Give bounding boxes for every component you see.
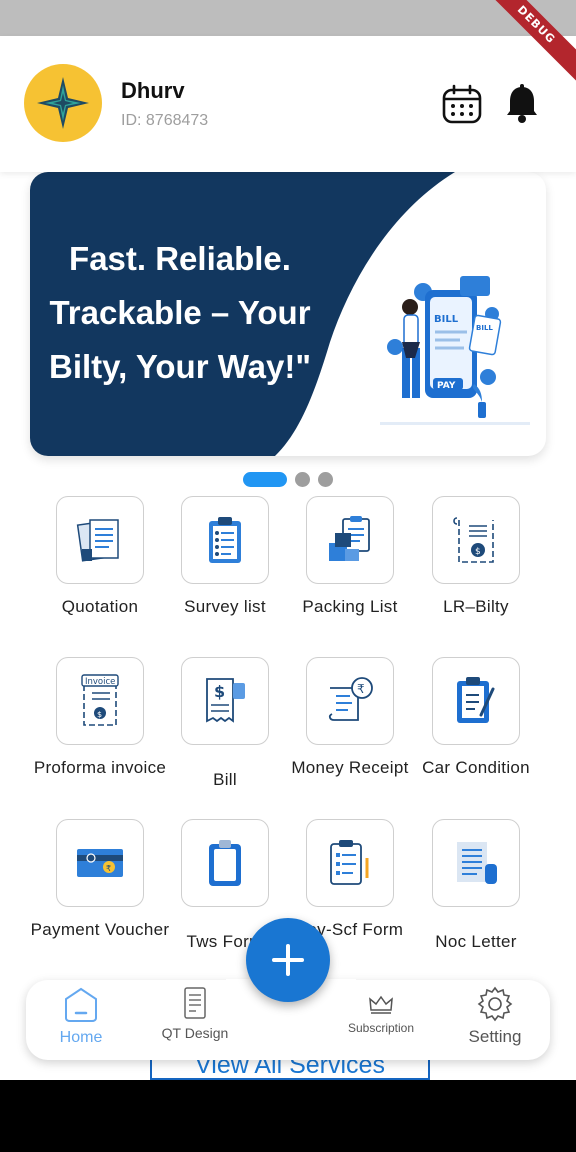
nav-setting[interactable]: Setting (440, 986, 550, 1047)
svg-text:₹: ₹ (357, 682, 365, 696)
service-label: Quotation (61, 597, 139, 616)
invoice-icon: Invoice $ (81, 674, 119, 726)
service-label: Bill (213, 770, 237, 789)
bill-icon: $ (206, 678, 245, 723)
nav-setting-label: Setting (468, 1027, 522, 1046)
system-navigation-bar (0, 1080, 576, 1152)
service-quotation[interactable]: Quotation (30, 496, 170, 619)
invoice-tag-text: Invoice (85, 677, 115, 687)
crown-icon (369, 995, 393, 1014)
promo-carousel[interactable]: BILL PAY BILL Fast. Reliable. Trackable … (30, 172, 546, 456)
service-noc-letter[interactable]: Noc Letter (406, 819, 546, 954)
service-tile[interactable] (306, 496, 394, 584)
nav-qt-design-label: QT Design (161, 1025, 229, 1041)
avatar[interactable] (24, 64, 102, 142)
service-car-condition[interactable]: Car Condition (406, 657, 546, 780)
banner-bill-text-2: BILL (476, 324, 493, 332)
banner-line-1: Fast. Reliable. (69, 240, 291, 277)
fov-form-icon (330, 840, 369, 885)
status-bar (0, 0, 576, 36)
carousel-indicator (0, 471, 576, 487)
notification-button[interactable] (500, 82, 544, 126)
service-tile[interactable] (181, 819, 269, 907)
service-tile[interactable]: $ (432, 496, 520, 584)
star-logo-icon (37, 77, 89, 129)
service-tile[interactable] (432, 657, 520, 745)
service-payment-voucher[interactable]: ₹ Payment Voucher (30, 819, 170, 942)
banner-headline: Fast. Reliable. Trackable – Your Bilty, … (30, 232, 330, 394)
gear-icon (477, 986, 513, 1022)
receipt-icon: $ (453, 517, 494, 563)
noc-letter-icon (457, 842, 497, 884)
service-bill[interactable]: $ Bill (155, 657, 295, 792)
svg-text:$: $ (97, 710, 102, 719)
tws-form-icon (209, 840, 241, 886)
banner-pay-text: PAY (437, 381, 456, 391)
add-fab-button[interactable] (246, 918, 330, 1002)
car-condition-icon (457, 677, 495, 723)
svg-text:$: $ (475, 547, 481, 557)
service-tile[interactable] (306, 819, 394, 907)
packing-list-icon (329, 516, 370, 561)
service-packing-list[interactable]: Packing List (280, 496, 420, 619)
carousel-dot[interactable] (318, 471, 333, 487)
service-tile[interactable] (181, 496, 269, 584)
service-survey-list[interactable]: Survey list (155, 496, 295, 619)
service-label: Survey list (184, 597, 266, 616)
service-money-receipt[interactable]: ₹ Money Receipt (280, 657, 420, 780)
service-tile[interactable]: Invoice $ (56, 657, 144, 745)
nav-home-label: Home (59, 1029, 103, 1046)
calendar-button[interactable] (440, 82, 484, 126)
carousel-dot[interactable] (295, 471, 310, 487)
service-tile[interactable]: ₹ (306, 657, 394, 745)
service-proforma-invoice[interactable]: Invoice $ Proforma invoice (30, 657, 170, 780)
service-label: Money Receipt (291, 758, 409, 777)
service-label: Packing List (302, 597, 398, 616)
nav-home[interactable]: Home (26, 986, 136, 1047)
qt-design-icon (184, 987, 206, 1019)
user-id: ID: 8768473 (121, 112, 209, 129)
payment-voucher-icon: ₹ (77, 849, 123, 877)
service-label: Noc Letter (435, 932, 517, 951)
service-lr-bilty[interactable]: $ LR–Bilty (406, 496, 546, 619)
bell-icon (507, 84, 537, 123)
svg-text:₹: ₹ (106, 864, 111, 873)
banner-line-2: Trackable – Your (49, 294, 311, 331)
carousel-dot-active[interactable] (243, 471, 287, 487)
service-tile[interactable]: ₹ (56, 819, 144, 907)
home-icon (65, 987, 97, 1022)
banner-bill-text: BILL (434, 314, 459, 325)
banner-line-3: Bilty, Your Way!" (49, 348, 311, 385)
promo-banner[interactable]: BILL PAY BILL Fast. Reliable. Trackable … (30, 172, 546, 456)
nav-subscription-label: Subscription (347, 1021, 415, 1035)
user-name: Dhurv (121, 78, 185, 103)
service-tile[interactable]: $ (181, 657, 269, 745)
service-label: Car Condition (422, 758, 530, 777)
service-label: Proforma invoice (33, 758, 167, 777)
plus-icon (272, 944, 304, 976)
calendar-icon (442, 84, 482, 124)
service-tile[interactable] (432, 819, 520, 907)
money-receipt-icon: ₹ (328, 677, 373, 721)
documents-icon (76, 519, 119, 562)
service-tile[interactable] (56, 496, 144, 584)
svg-text:$: $ (214, 682, 225, 701)
service-label: LR–Bilty (443, 597, 509, 616)
profile-header: Dhurv ID: 8768473 (0, 36, 576, 172)
service-label: Payment Voucher (30, 920, 170, 939)
clipboard-list-icon (209, 517, 241, 563)
